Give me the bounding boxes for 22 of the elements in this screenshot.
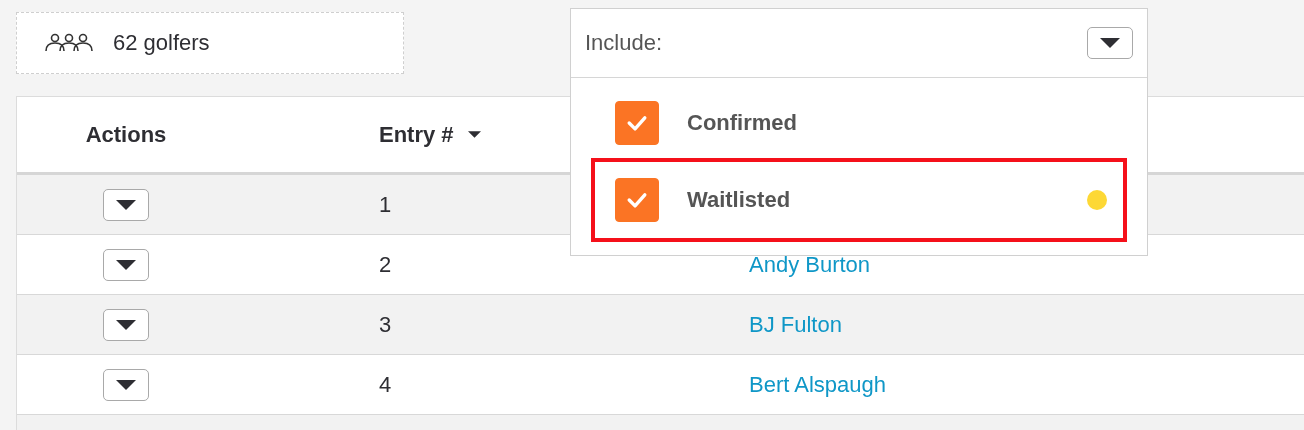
include-label: Include: [585,30,663,56]
dropdown-toggle-button[interactable] [1087,27,1133,59]
golfer-count: 62 golfers [113,30,210,56]
include-option[interactable]: Confirmed [591,92,1127,154]
actions-button[interactable] [103,188,149,221]
caret-icon [116,379,136,390]
entry-number: 4 [379,371,392,397]
actions-button[interactable] [103,248,149,281]
caret-icon [116,259,136,270]
group-icon [45,33,93,53]
column-header[interactable]: Actions [17,121,235,148]
checkbox[interactable] [615,178,659,222]
caret-icon [116,199,136,210]
actions-button[interactable] [103,308,149,341]
entry-number: 1 [379,191,392,217]
checkbox[interactable] [615,101,659,145]
include-option[interactable]: Waitlisted [591,158,1127,242]
actions-button[interactable] [103,368,149,401]
caret-icon [116,319,136,330]
entry-number: 3 [379,311,392,337]
entry-number: 2 [379,251,392,277]
caret-icon [1100,38,1120,48]
